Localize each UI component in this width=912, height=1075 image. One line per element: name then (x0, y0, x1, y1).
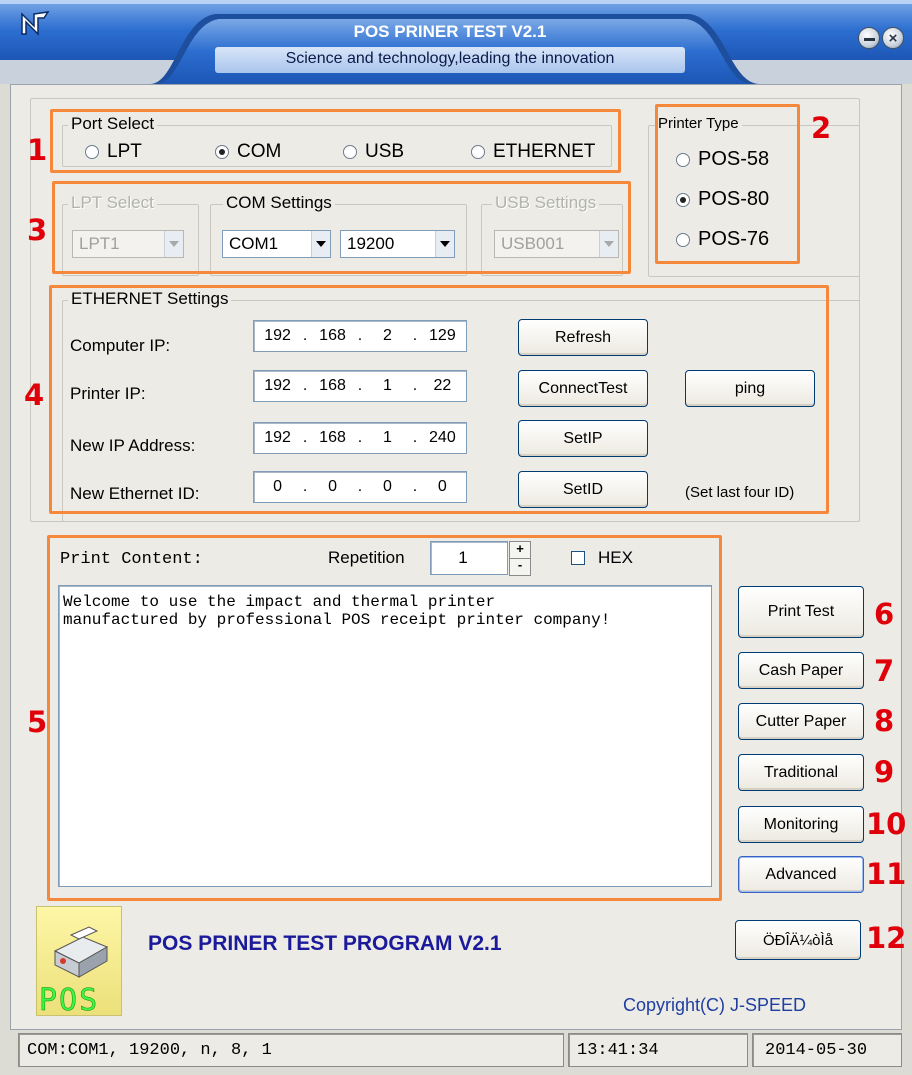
printer-icon (53, 926, 109, 978)
annotation-number-7: 7 (874, 654, 895, 688)
program-title: POS PRINER TEST PROGRAM V2.1 (148, 932, 502, 955)
close-icon[interactable]: × (882, 27, 904, 49)
annotation-number-6: 6 (874, 597, 895, 631)
annotation-number-1: 1 (27, 133, 48, 167)
traditional-button[interactable]: Traditional (738, 754, 864, 791)
annotation-number-5: 5 (27, 705, 48, 739)
window-title: POS PRINER TEST V2.1 (353, 22, 547, 41)
pos-logo-text: POS (39, 983, 100, 1019)
status-port: COM:COM1, 19200, n, 8, 1 (18, 1033, 564, 1067)
window-subtitle: Science and technology,leading the innov… (285, 50, 615, 67)
cash-paper-button[interactable]: Cash Paper (738, 652, 864, 689)
status-time: 13:41:34 (568, 1033, 748, 1067)
title-bar[interactable]: POS PRINER TEST V2.1 Science and technol… (0, 0, 912, 84)
copyright-text: Copyright(C) J-SPEED (623, 995, 807, 1015)
annotation-number-8: 8 (874, 704, 895, 738)
cutter-paper-button[interactable]: Cutter Paper (738, 703, 864, 740)
status-date: 2014-05-30 (752, 1033, 902, 1067)
annotation-number-3: 3 (27, 213, 48, 247)
pos-logo-icon: POS (36, 906, 122, 1019)
annotation-box-4 (49, 285, 829, 514)
annotation-number-11: 11 (866, 857, 907, 891)
language-button[interactable]: ÖÐÎÄ¼òÌå (735, 920, 861, 960)
app-logo-icon (18, 8, 52, 38)
advanced-button[interactable]: Advanced (738, 856, 864, 893)
annotation-number-12: 12 (866, 921, 907, 955)
annotation-number-10: 10 (866, 807, 907, 841)
minimize-icon[interactable] (858, 27, 880, 49)
annotation-number-2: 2 (811, 111, 832, 145)
app-window: POS PRINER TEST V2.1 Science and technol… (0, 0, 912, 1075)
annotation-number-9: 9 (874, 755, 895, 789)
print-test-button[interactable]: Print Test (738, 586, 864, 638)
monitoring-button[interactable]: Monitoring (738, 806, 864, 843)
annotation-box-5 (47, 535, 722, 901)
annotation-box-1 (50, 109, 621, 173)
title-bar-shape (0, 0, 912, 84)
annotation-box-2 (655, 104, 800, 264)
annotation-box-3 (52, 181, 631, 274)
annotation-number-4: 4 (24, 378, 45, 412)
